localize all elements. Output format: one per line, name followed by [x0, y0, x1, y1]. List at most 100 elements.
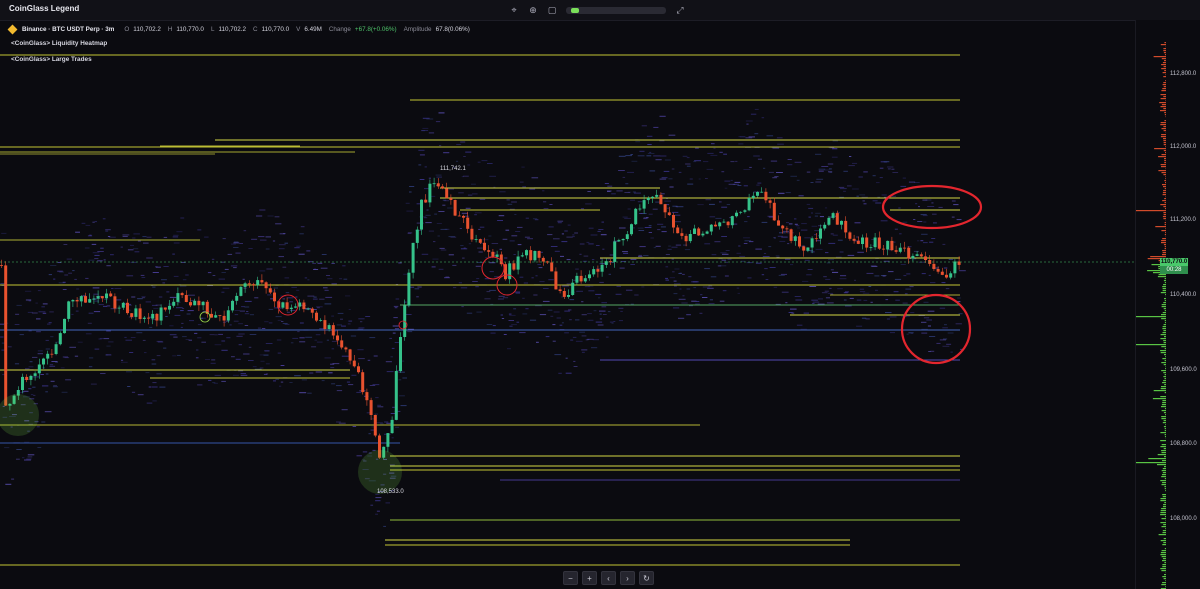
fullscreen-icon[interactable]: ⤢	[673, 3, 687, 17]
heatmap-cell	[689, 178, 693, 180]
candle-body	[949, 273, 953, 278]
crosshair-icon[interactable]: ⌖	[507, 3, 521, 17]
candle-body	[642, 200, 646, 209]
chart-toolbar: ⌖ ⊕ ▢ ⤢	[507, 3, 687, 17]
candle-body	[945, 274, 948, 278]
heatmap-cell	[785, 258, 791, 260]
zoom-icon[interactable]: ⊕	[526, 3, 540, 17]
heatmap-cell	[505, 229, 510, 231]
scroll-left-button[interactable]: ‹	[601, 571, 616, 585]
heatmap-cell	[146, 236, 152, 238]
scroll-right-button[interactable]: ›	[620, 571, 635, 585]
heatmap-cell	[825, 278, 831, 280]
depth-bar	[1164, 428, 1166, 430]
heatmap-cell	[958, 313, 963, 315]
candle-body	[491, 251, 495, 257]
heatmap-cell	[885, 299, 889, 301]
heatmap-cell	[436, 176, 442, 178]
depth-bar	[1163, 578, 1166, 580]
heatmap-cell	[389, 337, 392, 339]
depth-bar	[1164, 408, 1166, 410]
heatmap-cell	[448, 254, 454, 256]
candle-body	[474, 239, 478, 240]
reset-button[interactable]: ↻	[639, 571, 654, 585]
heatmap-cell	[706, 168, 714, 170]
heatmap-cell	[50, 380, 55, 382]
price-axis[interactable]: 112,800.0 112,000.0 111,200.0 110,400.0 …	[1135, 20, 1200, 589]
heatmap-cell	[438, 268, 444, 270]
candle-body	[663, 204, 667, 213]
open-value: 110,702.2	[133, 25, 161, 33]
heatmap-cell	[575, 319, 580, 321]
candle-body	[646, 197, 650, 201]
candle-body	[911, 255, 915, 259]
heatmap-cell	[638, 213, 643, 214]
heatmap-cell	[426, 118, 434, 120]
heatmap-cell	[558, 372, 562, 374]
range-slider-thumb[interactable]	[571, 7, 579, 13]
zoom-out-button[interactable]: −	[563, 571, 578, 585]
heatmap-cell	[665, 277, 668, 279]
depth-bar	[1163, 48, 1166, 50]
heatmap-cell	[105, 229, 111, 231]
depth-bar	[1161, 508, 1166, 510]
heatmap-cell	[708, 303, 715, 305]
candle-body	[676, 227, 680, 234]
heatmap-cell	[821, 166, 829, 167]
depth-bar	[1164, 466, 1166, 468]
heatmap-cell	[623, 252, 629, 254]
heatmap-cell	[525, 308, 529, 310]
candle-body	[919, 254, 923, 257]
heatmap-cell	[94, 221, 97, 223]
heatmap-cell	[854, 279, 856, 281]
heatmap-cell	[42, 312, 47, 314]
heatmap-cell	[777, 143, 784, 145]
heatmap-cell	[915, 203, 918, 205]
heatmap-cell	[950, 351, 953, 353]
heatmap-cell	[33, 394, 36, 396]
candle-body	[369, 400, 373, 415]
depth-bar	[1162, 576, 1166, 578]
heatmap-cell	[45, 348, 50, 350]
heatmap-cell	[804, 237, 812, 239]
heatmap-cell	[377, 406, 384, 408]
heatmap-cell	[38, 311, 46, 313]
heatmap-cell	[882, 275, 886, 277]
square-icon[interactable]: ▢	[545, 3, 559, 17]
heatmap-cell	[710, 154, 718, 156]
heatmap-cell	[826, 262, 831, 264]
heatmap-cell	[515, 231, 521, 232]
heatmap-cell	[320, 267, 328, 269]
range-slider[interactable]	[566, 6, 666, 14]
depth-bar	[1162, 238, 1166, 240]
depth-bar	[1161, 64, 1166, 66]
depth-bar	[1160, 498, 1166, 500]
heatmap-cell	[705, 199, 712, 201]
heatmap-cell	[402, 377, 407, 379]
heatmap-cell	[687, 183, 694, 185]
heatmap-cell	[804, 259, 810, 261]
last-price-tag: 110,770.0	[1160, 258, 1188, 266]
heatmap-cell	[618, 155, 626, 157]
heatmap-cell	[744, 221, 748, 223]
depth-bar	[1159, 102, 1166, 104]
depth-bar	[1160, 334, 1166, 336]
price-chart[interactable]: 111,742.1 108,533.0	[0, 34, 1135, 589]
depth-bar	[1164, 434, 1166, 436]
heatmap-cell	[638, 230, 645, 231]
heatmap-cell	[720, 252, 727, 254]
zoom-in-button[interactable]: +	[582, 571, 597, 585]
heatmap-cell	[676, 206, 684, 208]
depth-bar	[1164, 42, 1166, 44]
heatmap-cell	[306, 250, 311, 252]
heatmap-cell	[647, 144, 652, 145]
heatmap-cell	[231, 356, 235, 358]
candle-body	[96, 296, 100, 299]
heatmap-cell	[669, 277, 675, 279]
heatmap-cell	[837, 288, 843, 290]
heatmap-cell	[400, 405, 407, 407]
heatmap-cell	[221, 340, 226, 342]
heatmap-cell	[678, 273, 682, 274]
candle-body	[739, 211, 743, 213]
candle-body	[508, 263, 512, 280]
